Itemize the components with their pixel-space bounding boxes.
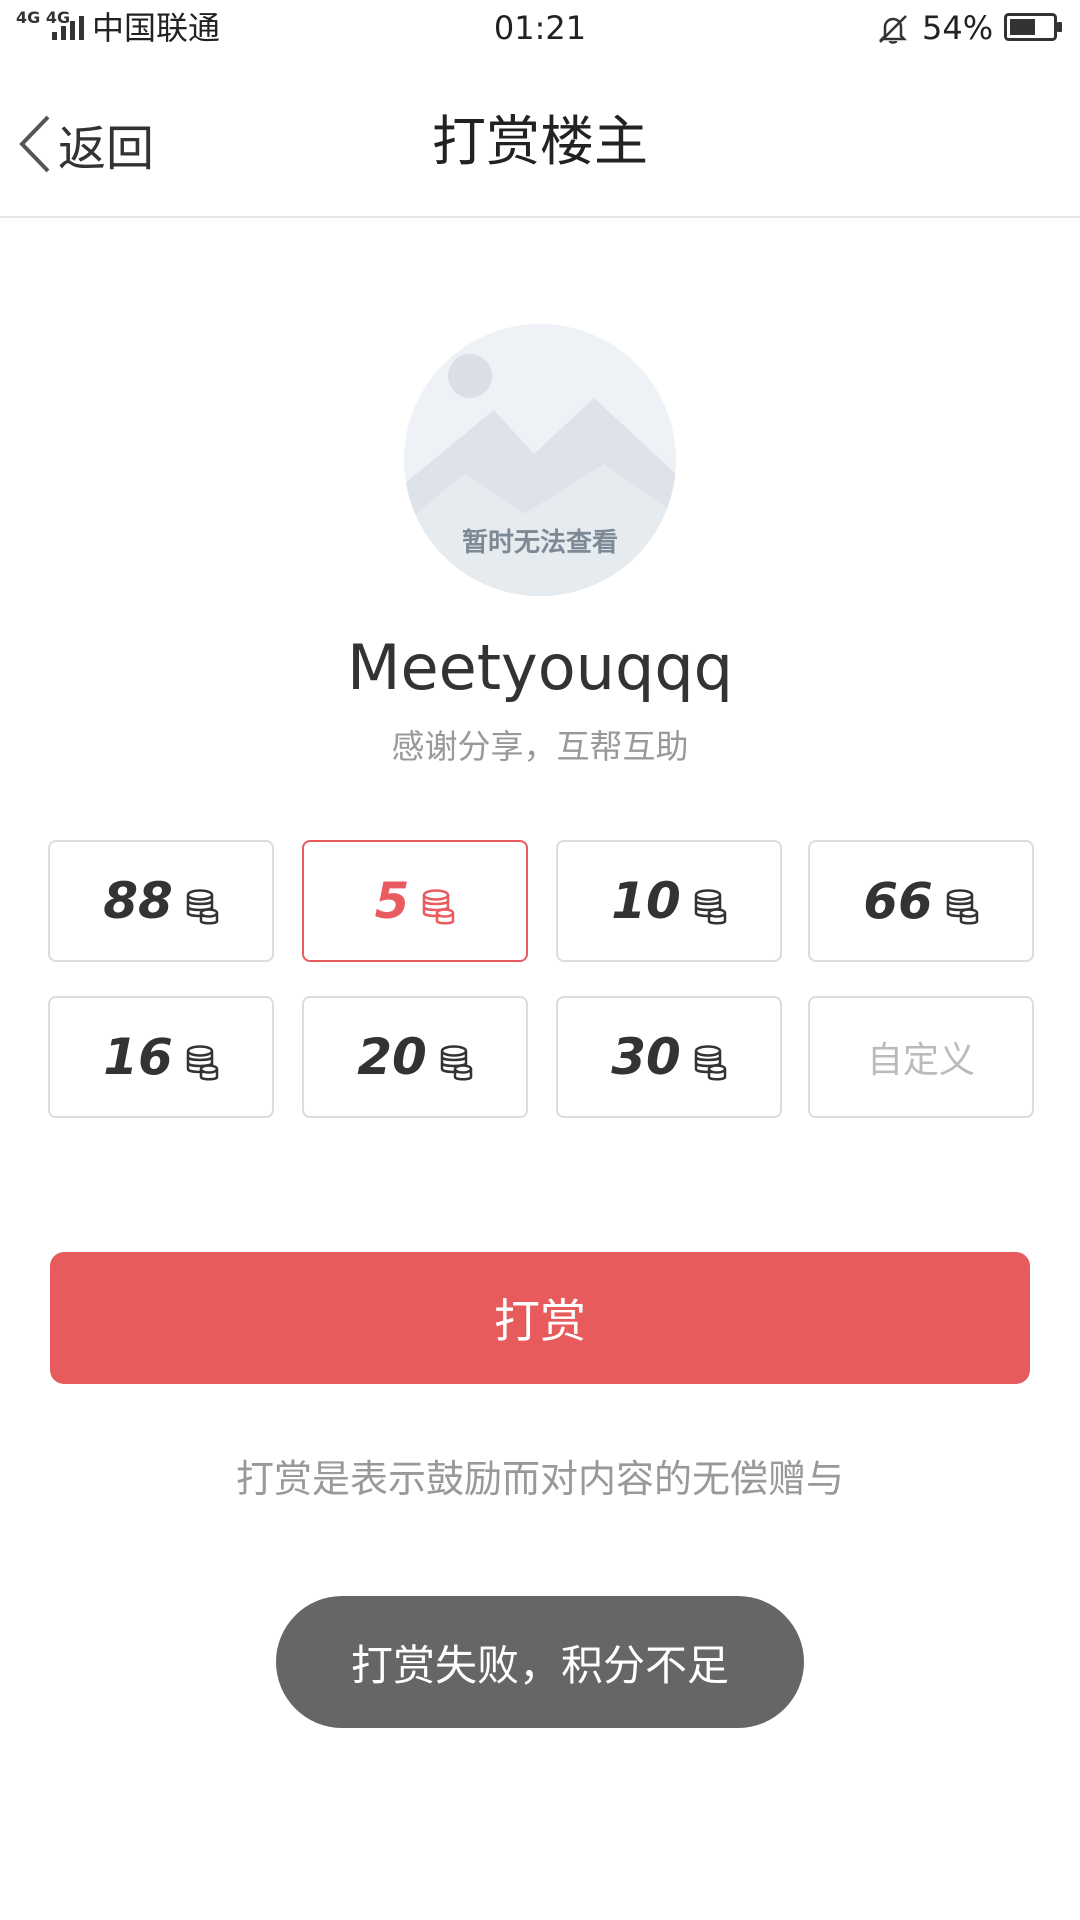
coin-stack-icon xyxy=(946,889,979,925)
coin-stack-icon xyxy=(186,1045,219,1081)
battery-icon xyxy=(1004,13,1062,41)
avatar: 暂时无法查看 xyxy=(404,324,676,596)
amount-value: 5 xyxy=(374,872,410,930)
avatar-caption: 暂时无法查看 xyxy=(461,528,618,558)
reward-button[interactable]: 打赏 xyxy=(50,1252,1030,1384)
reward-button-label: 打赏 xyxy=(494,1294,586,1348)
amount-value: 88 xyxy=(103,872,173,930)
amount-value: 30 xyxy=(611,1028,681,1086)
username: Meetyouqqq xyxy=(346,631,734,704)
amount-value: 20 xyxy=(357,1028,427,1086)
coin-stack-icon xyxy=(694,1045,727,1081)
amount-option[interactable]: 88 xyxy=(48,840,274,962)
battery-percent: 54% xyxy=(922,9,994,47)
clock: 01:21 xyxy=(493,9,587,47)
toast-message: 打赏失败，积分不足 xyxy=(350,1640,729,1690)
page-title: 打赏楼主 xyxy=(432,110,648,173)
amount-option[interactable]: 16 xyxy=(48,996,274,1118)
amount-option[interactable]: 66 xyxy=(808,840,1034,962)
amount-value: 66 xyxy=(863,872,933,930)
nav-bar: 返回 打赏楼主 xyxy=(0,56,1080,218)
bell-off-icon xyxy=(878,15,908,44)
amount-value: 10 xyxy=(611,872,681,930)
custom-amount-button[interactable]: 自定义 xyxy=(808,996,1034,1118)
amount-grid: 88 5 10 66 16 20 30 自定义 xyxy=(48,840,1036,1122)
amount-option[interactable]: 20 xyxy=(302,996,528,1118)
error-toast: 打赏失败，积分不足 xyxy=(276,1596,804,1728)
amount-value: 16 xyxy=(103,1028,173,1086)
amount-option-selected[interactable]: 5 xyxy=(302,840,528,962)
coin-stack-icon xyxy=(694,889,727,925)
coin-stack-icon xyxy=(440,1045,473,1081)
amount-option[interactable]: 30 xyxy=(556,996,782,1118)
amount-option[interactable]: 10 xyxy=(556,840,782,962)
custom-amount-label: 自定义 xyxy=(866,1040,975,1081)
coin-stack-icon xyxy=(423,889,455,925)
reward-note: 打赏是表示鼓励而对内容的无偿赠与 xyxy=(235,1457,844,1501)
thanks-message: 感谢分享，互帮互助 xyxy=(391,727,689,766)
coin-stack-icon xyxy=(186,889,219,925)
status-bar: 4G 4G 中国联通 01:21 54% xyxy=(0,0,1080,56)
